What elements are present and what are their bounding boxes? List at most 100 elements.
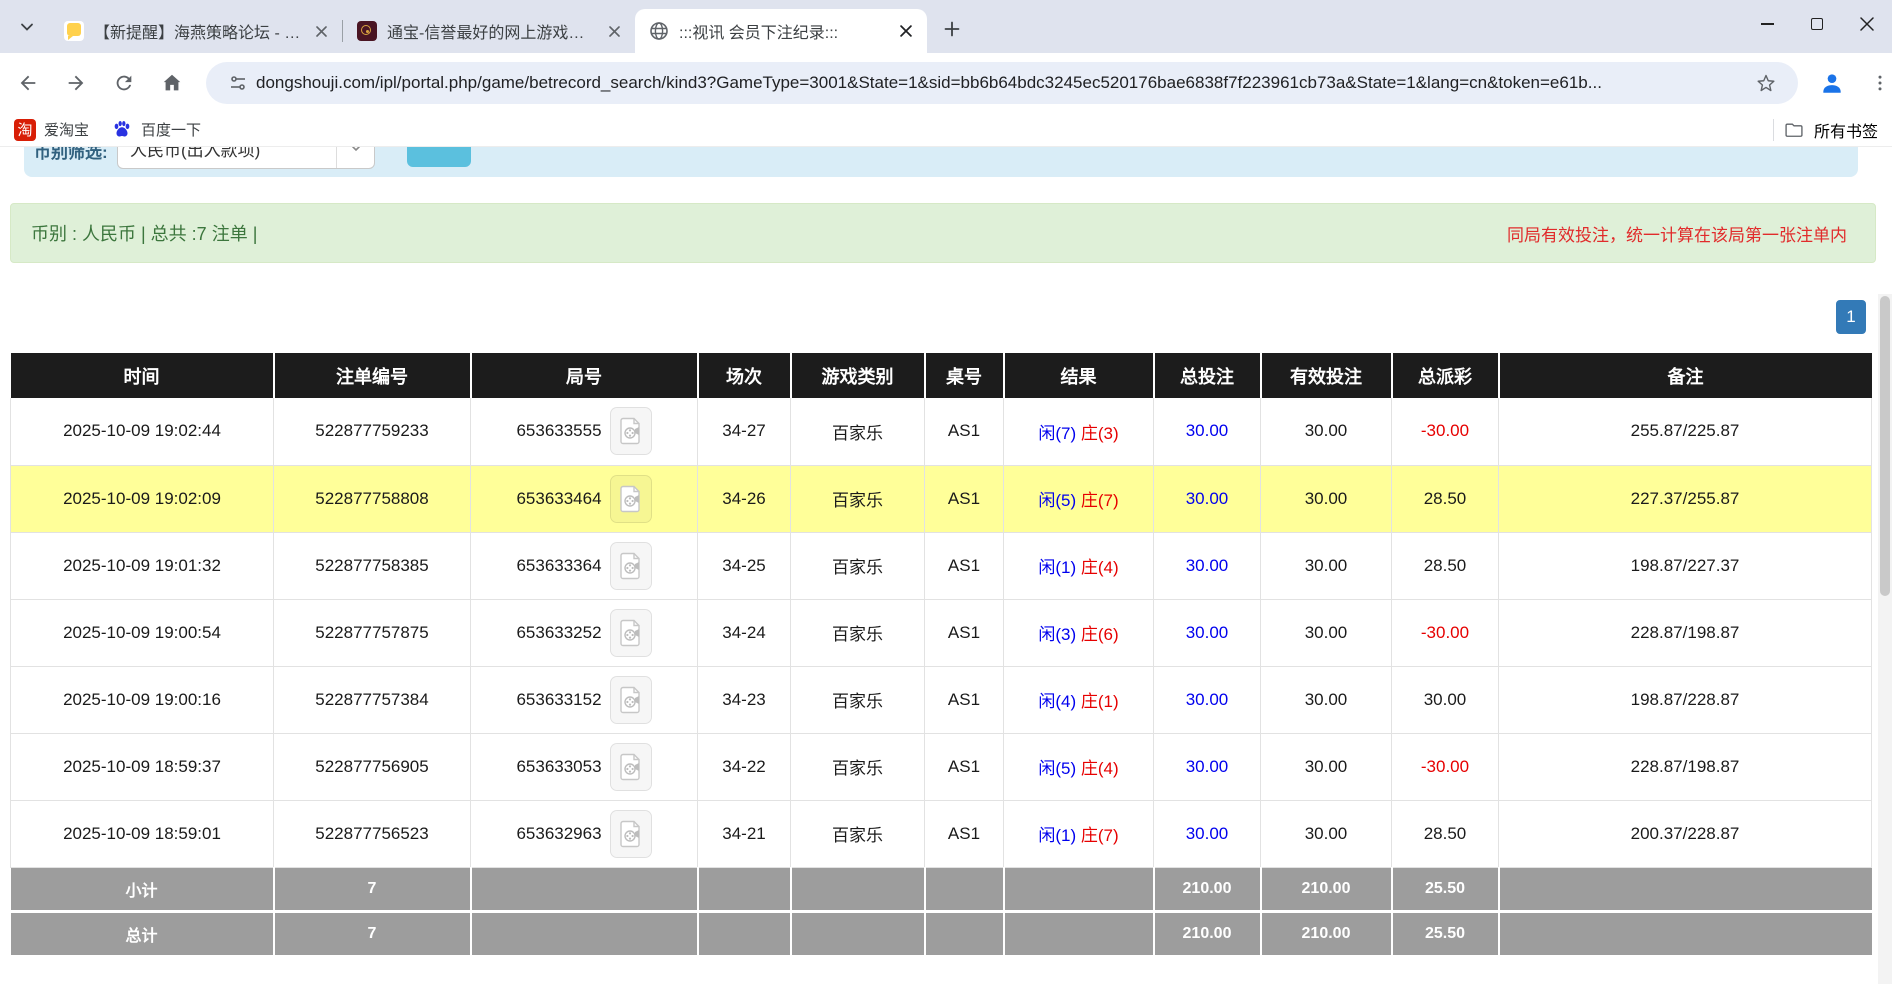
cell-total-bet: 30.00 xyxy=(1154,599,1261,666)
cell-round: 653632963 xyxy=(471,800,698,867)
round-number: 653632963 xyxy=(516,824,601,844)
cell-total-bet: 30.00 xyxy=(1154,800,1261,867)
game-platform-favicon-icon xyxy=(357,21,377,41)
cell-time: 2025-10-09 19:02:44 xyxy=(11,398,274,465)
pagination-page-1[interactable]: 1 xyxy=(1836,300,1866,334)
cell-session: 34-25 xyxy=(698,532,791,599)
cell-table-no: AS1 xyxy=(925,599,1004,666)
video-replay-button[interactable] xyxy=(610,542,652,590)
cell-bet-id: 522877757384 xyxy=(274,666,471,733)
total-bet-link[interactable]: 30.00 xyxy=(1186,489,1229,508)
reload-icon[interactable] xyxy=(104,63,144,103)
table-row: 2025-10-09 18:59:37 522877756905 6536330… xyxy=(11,733,1872,800)
column-header-5: 游戏类别 xyxy=(791,353,925,398)
tab-game-platform[interactable]: 通宝-信誉最好的网上游戏平台 xyxy=(343,9,635,53)
cell-payout: -30.00 xyxy=(1392,733,1499,800)
tab-search-icon[interactable] xyxy=(10,10,44,44)
column-header-1: 时间 xyxy=(11,353,274,398)
search-button[interactable] xyxy=(407,147,471,167)
cell-total-bet: 30.00 xyxy=(1154,733,1261,800)
menu-dots-icon[interactable] xyxy=(1860,63,1892,103)
tab-title: 通宝-信誉最好的网上游戏平台 xyxy=(387,19,597,43)
video-replay-button[interactable] xyxy=(610,407,652,455)
subtotal-payout: 25.50 xyxy=(1392,867,1499,911)
url-text: dongshouji.com/ipl/portal.php/game/betre… xyxy=(256,73,1748,93)
forum-favicon-icon xyxy=(64,21,84,41)
cell-game-type: 百家乐 xyxy=(791,532,925,599)
video-replay-button[interactable] xyxy=(610,743,652,791)
address-bar[interactable]: dongshouji.com/ipl/portal.php/game/betre… xyxy=(206,62,1798,104)
chevron-down-icon xyxy=(336,147,374,168)
table-row: 2025-10-09 19:02:44 522877759233 6536335… xyxy=(11,398,1872,465)
column-header-2: 注单编号 xyxy=(274,353,471,398)
total-label: 总计 xyxy=(11,911,274,955)
subtotal-label: 小计 xyxy=(11,867,274,911)
back-icon[interactable] xyxy=(8,63,48,103)
round-number: 653633053 xyxy=(516,757,601,777)
total-bet-link[interactable]: 30.00 xyxy=(1186,757,1229,776)
tab-forum[interactable]: 【新提醒】海燕策略论坛 - 综合 xyxy=(50,9,342,53)
table-row: 2025-10-09 19:01:32 522877758385 6536333… xyxy=(11,532,1872,599)
close-tab-icon[interactable] xyxy=(310,20,332,42)
result-banker: 庄(7) xyxy=(1081,826,1119,845)
page-content: 币别筛选: 人民币(出入款项) 币别 : 人民币 | 总共 :7 注单 | 同局… xyxy=(0,147,1892,984)
cell-total-bet: 30.00 xyxy=(1154,465,1261,532)
cell-total-bet: 30.00 xyxy=(1154,666,1261,733)
new-tab-icon[interactable] xyxy=(935,12,969,46)
notice-text: 同局有效投注，统一计算在该局第一张注单内 xyxy=(1507,221,1847,246)
result-banker: 庄(3) xyxy=(1081,424,1119,443)
close-tab-icon[interactable] xyxy=(603,20,625,42)
all-bookmarks-label[interactable]: 所有书签 xyxy=(1814,118,1878,142)
currency-filter-panel: 币别筛选: 人民币(出入款项) xyxy=(24,147,1858,177)
subtotal-count: 7 xyxy=(274,867,471,911)
scrollbar-track[interactable] xyxy=(1878,294,1892,984)
cell-session: 34-21 xyxy=(698,800,791,867)
video-replay-button[interactable] xyxy=(610,609,652,657)
forward-icon[interactable] xyxy=(56,63,96,103)
bookmark-aitaobao[interactable]: 淘 爱淘宝 xyxy=(6,115,97,145)
profile-avatar[interactable] xyxy=(1812,63,1852,103)
tab-bet-records[interactable]: :::视讯 会员下注纪录::: xyxy=(635,9,927,53)
cell-time: 2025-10-09 18:59:01 xyxy=(11,800,274,867)
maximize-button[interactable] xyxy=(1792,0,1842,48)
cell-game-type: 百家乐 xyxy=(791,733,925,800)
cell-bet-id: 522877757875 xyxy=(274,599,471,666)
video-replay-button[interactable] xyxy=(610,676,652,724)
cell-note: 255.87/225.87 xyxy=(1499,398,1872,465)
cell-session: 34-24 xyxy=(698,599,791,666)
cell-total-bet: 30.00 xyxy=(1154,398,1261,465)
round-number: 653633464 xyxy=(516,489,601,509)
total-bet-link[interactable]: 30.00 xyxy=(1186,556,1229,575)
minimize-button[interactable] xyxy=(1742,0,1792,48)
close-tab-icon[interactable] xyxy=(895,20,917,42)
currency-summary-text: 币别 : 人民币 | 总共 :7 注单 | xyxy=(31,220,257,246)
bookmark-star-icon[interactable] xyxy=(1748,65,1784,101)
table-header-row: 时间注单编号局号场次游戏类别桌号结果总投注有效投注总派彩备注 xyxy=(11,353,1872,398)
cell-note: 228.87/198.87 xyxy=(1499,599,1872,666)
total-row: 总计 7 210.00 210.00 25.50 xyxy=(11,911,1872,955)
bookmarks-right: 所有书签 xyxy=(1773,118,1892,142)
total-total-bet: 210.00 xyxy=(1154,911,1261,955)
video-replay-button[interactable] xyxy=(610,475,652,523)
result-player: 闲(5) xyxy=(1038,759,1076,778)
currency-select-value: 人民币(出入款项) xyxy=(130,147,260,161)
bookmark-baidu[interactable]: 百度一下 xyxy=(103,115,209,145)
total-bet-link[interactable]: 30.00 xyxy=(1186,690,1229,709)
video-replay-button[interactable] xyxy=(610,810,652,858)
cell-session: 34-23 xyxy=(698,666,791,733)
total-bet-link[interactable]: 30.00 xyxy=(1186,421,1229,440)
subtotal-total-bet: 210.00 xyxy=(1154,867,1261,911)
site-info-icon[interactable] xyxy=(220,65,256,101)
cell-table-no: AS1 xyxy=(925,800,1004,867)
currency-select[interactable]: 人民币(出入款项) xyxy=(117,147,375,169)
cell-valid-bet: 30.00 xyxy=(1261,398,1392,465)
home-icon[interactable] xyxy=(152,63,192,103)
cell-game-type: 百家乐 xyxy=(791,465,925,532)
close-window-button[interactable] xyxy=(1842,0,1892,48)
cell-payout: -30.00 xyxy=(1392,599,1499,666)
browser-window: 【新提醒】海燕策略论坛 - 综合 通宝-信誉最好的网上游戏平台 xyxy=(0,0,1892,984)
taobao-icon: 淘 xyxy=(14,119,36,141)
scrollbar-thumb[interactable] xyxy=(1880,296,1890,596)
total-bet-link[interactable]: 30.00 xyxy=(1186,623,1229,642)
total-bet-link[interactable]: 30.00 xyxy=(1186,824,1229,843)
